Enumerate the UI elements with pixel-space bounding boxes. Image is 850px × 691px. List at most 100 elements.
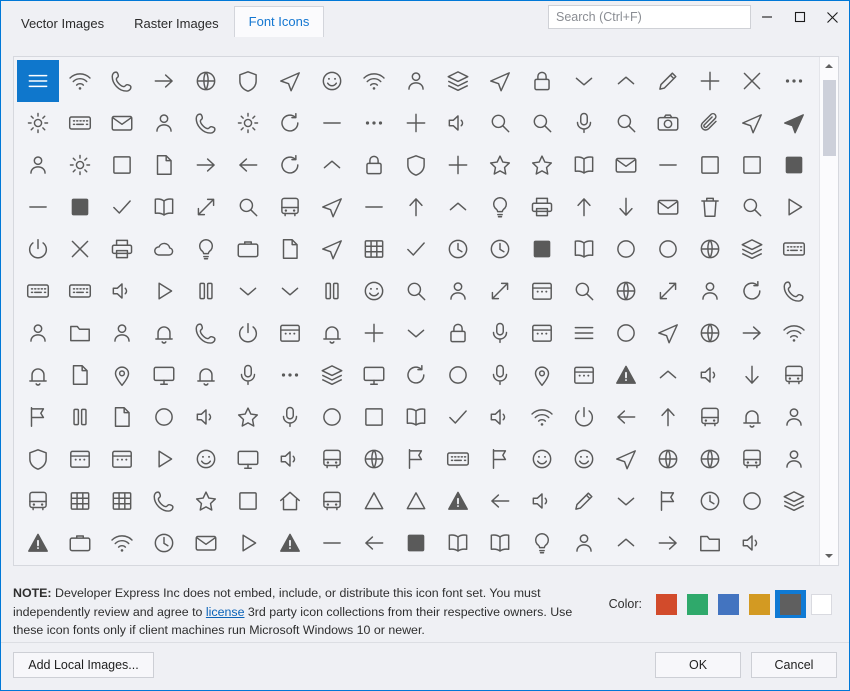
icon-cell-save-edit[interactable] xyxy=(59,354,101,396)
icon-cell-briefcase[interactable] xyxy=(59,522,101,564)
icon-cell-file-filled[interactable] xyxy=(143,144,185,186)
icon-cell-copy-squares[interactable] xyxy=(143,396,185,438)
icon-cell-square-outline[interactable] xyxy=(689,144,731,186)
icon-cell-equals-lines[interactable] xyxy=(395,270,437,312)
tab-raster-images[interactable]: Raster Images xyxy=(119,9,234,37)
icon-cell-wifi[interactable] xyxy=(59,60,101,102)
icon-cell-shopping-bag[interactable] xyxy=(269,102,311,144)
icon-cell-collapse-arrows[interactable] xyxy=(143,186,185,228)
icon-cell-sticky-note[interactable] xyxy=(479,60,521,102)
icon-cell-monitor-add[interactable] xyxy=(647,522,689,564)
icon-cell-window-minimize-box[interactable] xyxy=(437,60,479,102)
icon-cell-solar-panel[interactable] xyxy=(59,480,101,522)
icon-cell-voicemail[interactable] xyxy=(143,312,185,354)
icon-cell-check-mark[interactable] xyxy=(101,186,143,228)
icon-cell-trash[interactable] xyxy=(689,186,731,228)
icon-cell-bus[interactable] xyxy=(689,396,731,438)
icon-cell-flag-outline[interactable] xyxy=(17,396,59,438)
color-swatch-yellow[interactable] xyxy=(744,590,775,618)
icon-cell-laptop[interactable] xyxy=(437,270,479,312)
icon-cell-monitor[interactable] xyxy=(227,438,269,480)
icon-cell-enter-return[interactable] xyxy=(59,228,101,270)
icon-cell-rounded-rect[interactable] xyxy=(521,438,563,480)
tab-vector-images[interactable]: Vector Images xyxy=(6,9,119,37)
icon-cell-call-keypad[interactable] xyxy=(143,480,185,522)
icon-cell-ink-pen[interactable] xyxy=(311,270,353,312)
icon-cell-lines-list[interactable] xyxy=(17,60,59,102)
icon-cell-shopping-cart[interactable] xyxy=(731,354,773,396)
icon-cell-sd-card[interactable] xyxy=(101,438,143,480)
icon-cell-construction[interactable] xyxy=(101,522,143,564)
icon-cell-speaker-on[interactable] xyxy=(101,270,143,312)
icon-cell-upload-box[interactable] xyxy=(689,312,731,354)
color-swatch-green[interactable] xyxy=(682,590,713,618)
minimize-button[interactable] xyxy=(750,1,783,33)
icon-cell-keyboard-dots[interactable] xyxy=(59,270,101,312)
icon-cell-lock-rotate[interactable] xyxy=(227,228,269,270)
icon-cell-chevron-down[interactable] xyxy=(563,60,605,102)
icon-cell-megaphone[interactable] xyxy=(605,312,647,354)
icon-cell-microphone[interactable] xyxy=(563,102,605,144)
icon-cell-globe-web[interactable] xyxy=(647,438,689,480)
icon-cell-contact-person[interactable] xyxy=(773,396,815,438)
icon-cell-gift-box[interactable] xyxy=(647,186,689,228)
icon-cell-paintbrush[interactable] xyxy=(479,270,521,312)
icon-cell-phone-down[interactable] xyxy=(773,270,815,312)
icon-cell-chevron-left-circle[interactable] xyxy=(605,228,647,270)
icon-cell-arrow-right-bar[interactable] xyxy=(605,438,647,480)
icon-cell-walking-person[interactable] xyxy=(17,144,59,186)
icon-cell-magnifier[interactable] xyxy=(479,102,521,144)
icon-cell-file-blank[interactable] xyxy=(101,396,143,438)
icon-cell-pushpin[interactable] xyxy=(227,102,269,144)
icon-cell-window-panes[interactable] xyxy=(605,144,647,186)
icon-cell-cast-device[interactable] xyxy=(143,60,185,102)
icon-cell-pen-nib[interactable] xyxy=(353,522,395,564)
icon-cell-airplane-transfer[interactable] xyxy=(395,60,437,102)
icon-cell-command-prompt[interactable] xyxy=(269,228,311,270)
icon-cell-cancel-back[interactable] xyxy=(17,228,59,270)
icon-cell-arrow-down-curve-r[interactable] xyxy=(227,480,269,522)
icon-cell-save-download[interactable] xyxy=(731,312,773,354)
icon-cell-close-x[interactable] xyxy=(731,60,773,102)
icon-cell-face-smile-box[interactable] xyxy=(563,438,605,480)
icon-cell-arrow-down-curve-l[interactable] xyxy=(185,480,227,522)
icon-cell-device-vertical[interactable] xyxy=(269,438,311,480)
icon-cell-home[interactable] xyxy=(269,480,311,522)
icon-cell-monitor-plug[interactable] xyxy=(731,522,773,564)
icon-cell-fit-width[interactable] xyxy=(647,312,689,354)
icon-cell-numeric-pad[interactable] xyxy=(773,228,815,270)
icon-cell-diamond-filled[interactable] xyxy=(395,522,437,564)
icon-grid[interactable] xyxy=(14,57,819,564)
icon-cell-angle-left[interactable] xyxy=(227,270,269,312)
icon-cell-dashed-box[interactable] xyxy=(731,228,773,270)
icon-cell-power[interactable] xyxy=(563,396,605,438)
icon-cell-play-box[interactable] xyxy=(479,312,521,354)
icon-cell-underline-u[interactable] xyxy=(479,228,521,270)
icon-cell-archive-box[interactable] xyxy=(563,354,605,396)
icon-cell-split-bottom[interactable] xyxy=(395,186,437,228)
icon-cell-shield-person[interactable] xyxy=(17,438,59,480)
icon-cell-calculator[interactable] xyxy=(521,312,563,354)
icon-cell-map-download[interactable] xyxy=(227,522,269,564)
icon-cell-paperclip[interactable] xyxy=(689,102,731,144)
icon-cell-speech-bubble[interactable] xyxy=(521,396,563,438)
icon-cell-undo-curve[interactable] xyxy=(269,354,311,396)
icon-cell-map-pin-outline[interactable] xyxy=(521,354,563,396)
icon-cell-crop-frame[interactable] xyxy=(143,354,185,396)
icon-cell-bullet-list[interactable] xyxy=(437,102,479,144)
icon-cell-star-filled[interactable] xyxy=(521,144,563,186)
icon-cell-palette[interactable] xyxy=(773,312,815,354)
icon-cell-move-arrows[interactable] xyxy=(59,396,101,438)
icon-cell-star-outline[interactable] xyxy=(479,144,521,186)
icon-cell-ellipsis-horizontal[interactable] xyxy=(773,60,815,102)
icon-cell-record-dot[interactable] xyxy=(731,480,773,522)
icon-cell-headphones[interactable] xyxy=(311,438,353,480)
icon-cell-clipboard-copy[interactable] xyxy=(227,312,269,354)
icon-cell-gear[interactable] xyxy=(17,102,59,144)
icon-cell-pin-off[interactable] xyxy=(59,312,101,354)
icon-cell-sign-turn[interactable] xyxy=(521,480,563,522)
icon-cell-crop-tool[interactable] xyxy=(311,354,353,396)
icon-cell-checkbox-checked-filled[interactable] xyxy=(59,186,101,228)
icon-cell-plus[interactable] xyxy=(689,60,731,102)
icon-cell-siren-light[interactable] xyxy=(311,312,353,354)
